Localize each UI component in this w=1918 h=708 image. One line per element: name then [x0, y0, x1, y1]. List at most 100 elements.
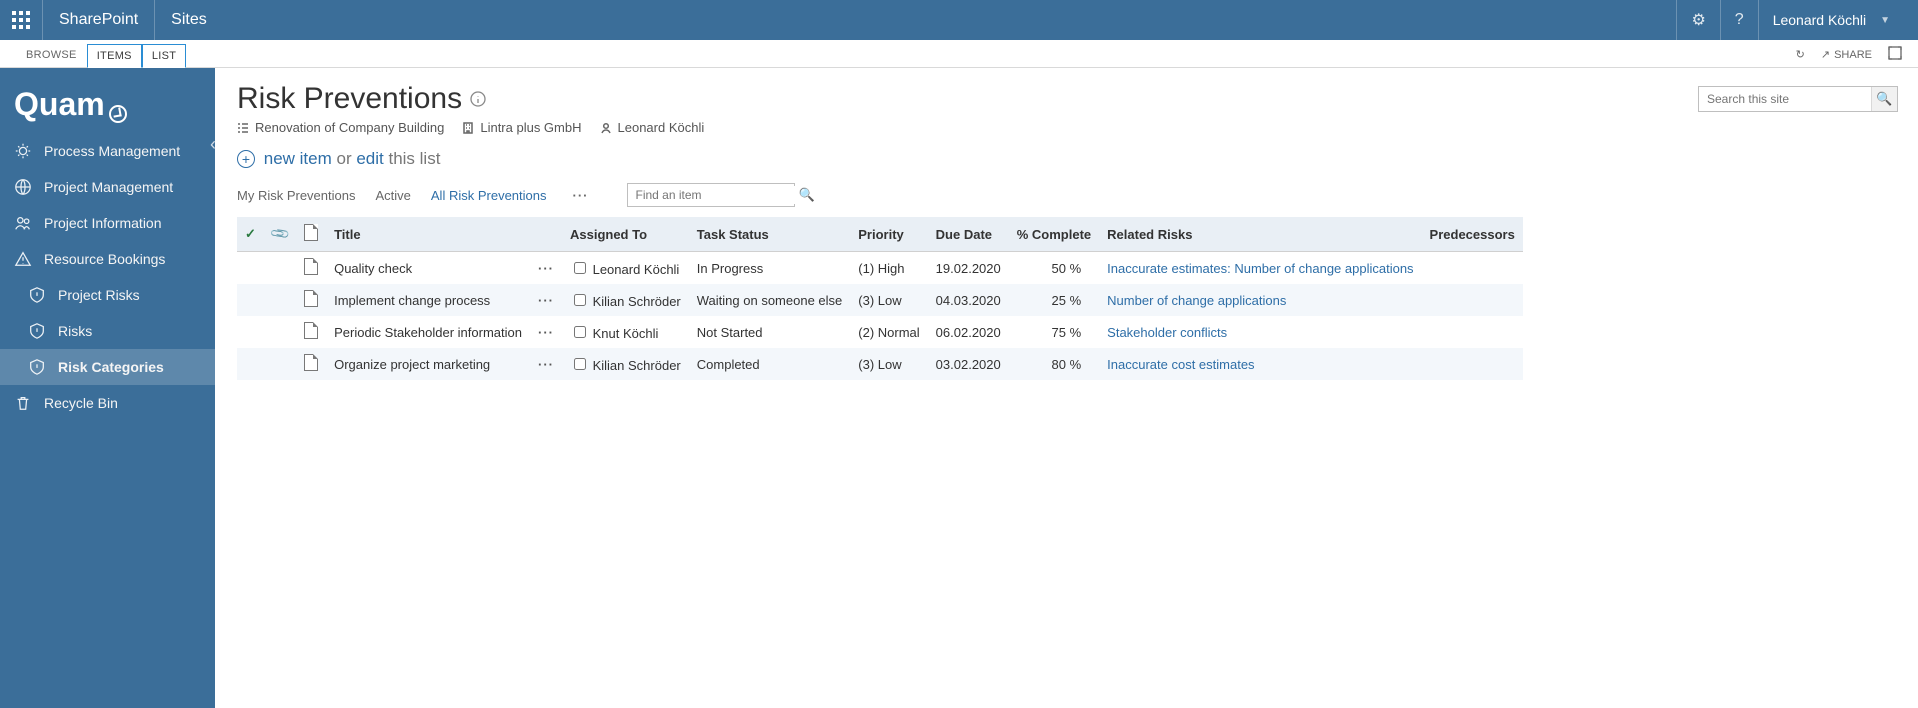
cell-risks[interactable]: Inaccurate cost estimates [1099, 348, 1421, 380]
share-button[interactable]: ↗ SHARE [1821, 48, 1872, 61]
search-site-box[interactable]: 🔍 [1698, 86, 1898, 112]
sidebar-item-recycle-bin[interactable]: Recycle Bin [0, 385, 215, 421]
col-title[interactable]: Title [326, 217, 530, 252]
col-complete[interactable]: % Complete [1009, 217, 1099, 252]
help-button[interactable]: ? [1720, 0, 1758, 40]
sidebar-item-label: Project Information [44, 215, 162, 231]
sidebar-item-risks[interactable]: Risks [0, 313, 215, 349]
view-all-risk-preventions[interactable]: All Risk Preventions [431, 188, 547, 203]
row-selector[interactable] [237, 284, 264, 316]
find-item-input[interactable] [628, 186, 799, 204]
assigned-checkbox[interactable] [574, 358, 586, 370]
cell-complete: 75 % [1009, 316, 1099, 348]
col-assigned[interactable]: Assigned To [562, 217, 689, 252]
cell-complete: 50 % [1009, 252, 1099, 285]
find-item-box[interactable]: 🔍 [627, 183, 795, 207]
document-icon [304, 354, 318, 371]
col-status[interactable]: Task Status [689, 217, 851, 252]
sidebar-item-project-information[interactable]: Project Information [0, 205, 215, 241]
table-row[interactable]: Implement change process··· Kilian Schrö… [237, 284, 1523, 316]
sidebar-item-label: Project Management [44, 179, 173, 195]
plus-icon[interactable]: + [237, 150, 255, 168]
cell-title[interactable]: Quality check [326, 252, 530, 285]
row-selector[interactable] [237, 348, 264, 380]
shield-icon [28, 322, 46, 340]
row-menu-button[interactable]: ··· [530, 316, 562, 348]
row-menu-button[interactable]: ··· [530, 252, 562, 285]
col-menu [530, 217, 562, 252]
row-selector[interactable] [237, 252, 264, 285]
cell-priority: (3) Low [850, 348, 927, 380]
ribbon-tab-list[interactable]: LIST [142, 44, 186, 68]
sidebar-item-resource-bookings[interactable]: Resource Bookings [0, 241, 215, 277]
breadcrumb-org[interactable]: Lintra plus GmbH [462, 120, 581, 135]
sidebar-item-risk-categories[interactable]: Risk Categories [0, 349, 215, 385]
brand-logo[interactable]: Quam [0, 68, 215, 133]
sidebar-item-process-management[interactable]: Process Management [0, 133, 215, 169]
ribbon-tab-items[interactable]: ITEMS [87, 44, 142, 68]
search-icon[interactable]: 🔍 [799, 184, 815, 206]
table-row[interactable]: Organize project marketing··· Kilian Sch… [237, 348, 1523, 380]
col-attachment[interactable]: 📎 [264, 217, 296, 252]
breadcrumb-project[interactable]: Renovation of Company Building [237, 120, 444, 135]
col-risks[interactable]: Related Risks [1099, 217, 1421, 252]
search-icon[interactable]: 🔍 [1871, 87, 1897, 111]
cell-priority: (3) Low [850, 284, 927, 316]
search-site-input[interactable] [1699, 88, 1871, 110]
cell-title[interactable]: Organize project marketing [326, 348, 530, 380]
info-icon[interactable] [470, 91, 486, 107]
cell-risks[interactable]: Inaccurate estimates: Number of change a… [1099, 252, 1421, 285]
page-title: Risk Preventions [237, 82, 486, 116]
breadcrumb-user[interactable]: Leonard Köchli [600, 120, 705, 135]
new-item-link[interactable]: new item [264, 149, 332, 168]
warning-icon [14, 250, 32, 268]
sidebar-item-project-risks[interactable]: Project Risks [0, 277, 215, 313]
col-due[interactable]: Due Date [928, 217, 1009, 252]
table-header-row: ✓ 📎 Title Assigned To Task Status Priori… [237, 217, 1523, 252]
col-predecessors[interactable]: Predecessors [1422, 217, 1523, 252]
settings-button[interactable]: ⚙ [1676, 0, 1719, 40]
cell-risks[interactable]: Number of change applications [1099, 284, 1421, 316]
user-menu[interactable]: Leonard Köchli ▼ [1758, 0, 1918, 40]
cell-title[interactable]: Periodic Stakeholder information [326, 316, 530, 348]
edit-list-link[interactable]: edit [356, 149, 383, 168]
chevron-down-icon: ▼ [1880, 15, 1890, 26]
fullscreen-icon [1888, 46, 1902, 60]
cell-due: 03.02.2020 [928, 348, 1009, 380]
cell-priority: (1) High [850, 252, 927, 285]
sidebar-item-project-management[interactable]: Project Management [0, 169, 215, 205]
cell-title[interactable]: Implement change process [326, 284, 530, 316]
cell-predecessors [1422, 316, 1523, 348]
col-type[interactable] [296, 217, 326, 252]
sync-icon[interactable]: ↻ [1796, 48, 1805, 61]
view-active[interactable]: Active [375, 188, 410, 203]
row-menu-button[interactable]: ··· [530, 348, 562, 380]
assigned-checkbox[interactable] [574, 262, 586, 274]
document-icon [304, 290, 318, 307]
cell-status: Waiting on someone else [689, 284, 851, 316]
table-row[interactable]: Quality check··· Leonard KöchliIn Progre… [237, 252, 1523, 285]
gear-outline-icon [14, 142, 32, 160]
ribbon-bar: BROWSE ITEMS LIST ↻ ↗ SHARE [0, 40, 1918, 68]
ribbon-tab-browse[interactable]: BROWSE [16, 43, 87, 67]
row-type [296, 316, 326, 348]
sidebar-item-label: Process Management [44, 143, 180, 159]
suite-sharepoint-link[interactable]: SharePoint [43, 0, 155, 40]
col-priority[interactable]: Priority [850, 217, 927, 252]
page-title-text: Risk Preventions [237, 82, 462, 116]
assigned-checkbox[interactable] [574, 326, 586, 338]
more-views-button[interactable]: ··· [567, 188, 595, 203]
assigned-checkbox[interactable] [574, 294, 586, 306]
brand-logo-clock-icon [109, 105, 127, 123]
table-row[interactable]: Periodic Stakeholder information··· Knut… [237, 316, 1523, 348]
person-icon [600, 122, 612, 134]
suite-sites-link[interactable]: Sites [155, 0, 223, 40]
row-selector[interactable] [237, 316, 264, 348]
sidebar-item-label: Project Risks [58, 287, 140, 303]
view-my-risk-preventions[interactable]: My Risk Preventions [237, 188, 355, 203]
fullscreen-button[interactable] [1888, 46, 1902, 63]
app-launcher-button[interactable] [0, 0, 43, 40]
col-select-all[interactable]: ✓ [237, 217, 264, 252]
row-menu-button[interactable]: ··· [530, 284, 562, 316]
cell-risks[interactable]: Stakeholder conflicts [1099, 316, 1421, 348]
